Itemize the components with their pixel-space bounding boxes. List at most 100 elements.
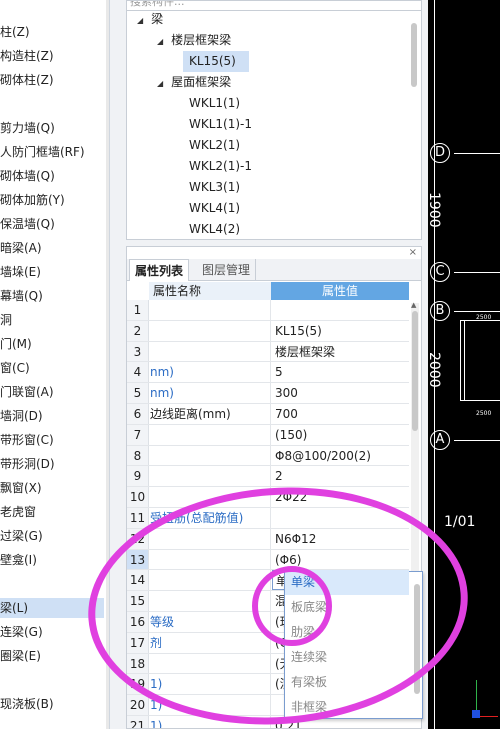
expand-caret-icon[interactable]: ◢ <box>157 79 163 88</box>
grid-scrollbar-thumb[interactable] <box>412 311 418 431</box>
dimension-text: 2000 <box>428 352 442 388</box>
tree-item-label: 屋面框架梁 <box>171 75 232 89</box>
scroll-up-icon[interactable]: ▲ <box>411 301 416 309</box>
tree-item[interactable]: WKL3(1) <box>189 177 240 198</box>
property-value[interactable] <box>272 300 409 320</box>
property-row[interactable]: 5 nm) 300 <box>127 383 409 404</box>
property-value[interactable]: 5 <box>272 362 409 382</box>
component-item[interactable]: 连梁(G) <box>0 622 43 642</box>
component-item[interactable]: 洞 <box>0 310 12 330</box>
annotation-small-circle <box>252 566 332 646</box>
expand-caret-icon[interactable]: ◢ <box>157 37 163 46</box>
tab-property-list[interactable]: 属性列表 <box>129 259 190 281</box>
tree-item[interactable]: WKL1(1)-1 <box>189 114 252 135</box>
property-row[interactable]: 92 <box>127 466 409 488</box>
tree-item-label: WKL2(1)-1 <box>189 159 253 173</box>
axis-label-d: D <box>430 143 450 163</box>
scale-text: 1/01 <box>444 514 476 530</box>
property-row[interactable]: 1 <box>127 300 409 321</box>
component-item[interactable]: 门(M) <box>0 334 32 354</box>
cad-wall-line <box>464 320 465 400</box>
component-item[interactable]: 圈梁(E) <box>0 646 41 666</box>
component-item[interactable]: 带形窗(C) <box>0 430 54 450</box>
component-item[interactable]: 墙洞(D) <box>0 406 43 426</box>
row-number: 21 <box>127 715 149 728</box>
dimension-text: 1900 <box>428 192 442 228</box>
component-item[interactable]: 壁龛(I) <box>0 550 37 570</box>
row-number: 5 <box>127 383 149 403</box>
component-item[interactable]: 砌体加筋(Y) <box>0 190 65 210</box>
component-item[interactable]: 墙垛(E) <box>0 262 41 282</box>
component-item[interactable]: 幕墙(Q) <box>0 286 43 306</box>
tree-item-label: 楼层框架梁 <box>171 33 232 47</box>
property-value-text: Φ8@100/200(2) <box>275 448 371 463</box>
property-value[interactable]: (150) <box>272 425 409 445</box>
tree-item[interactable]: WKL2(1)-1 <box>189 156 252 177</box>
property-value-text: KL15(5) <box>275 323 322 338</box>
expand-caret-icon[interactable]: ◢ <box>137 16 143 25</box>
component-item[interactable]: 砌体柱(Z) <box>0 70 54 90</box>
row-number: 2 <box>127 320 149 341</box>
tree-item[interactable]: WKL2(1) <box>189 135 240 156</box>
component-item[interactable]: 飘窗(X) <box>0 478 42 498</box>
close-icon[interactable]: × <box>409 247 417 258</box>
property-row[interactable]: 8 Φ8@100/200(2) <box>127 445 409 467</box>
axis-label-b: B <box>430 301 450 321</box>
component-item[interactable]: 剪力墙(Q) <box>0 118 55 138</box>
search-input[interactable]: 搜索构件... <box>127 1 421 11</box>
tree-item-label: KL15(5) <box>189 54 236 68</box>
component-item[interactable]: 过梁(G) <box>0 526 43 546</box>
component-item[interactable]: 门联窗(A) <box>0 382 54 402</box>
component-item[interactable]: 构造柱(Z) <box>0 46 54 66</box>
tree-item[interactable]: KL15(5) <box>183 51 249 72</box>
property-tabs: 属性列表 图层管理 <box>127 259 421 281</box>
property-name <box>149 320 271 341</box>
component-item[interactable]: 砌体墙(Q) <box>0 166 55 186</box>
component-tree-panel: 搜索构件... ◢ 梁 ◢ 楼层框架梁 KL15(5) ◢ 屋面框架梁 WKL1(1) WKL1… <box>126 0 422 240</box>
tree-item[interactable]: ◢ 屋面框架梁 <box>157 72 231 93</box>
property-value-text: 楼层框架梁 <box>275 344 336 359</box>
tree-item[interactable]: WKL4(2) <box>189 219 240 239</box>
property-value[interactable]: 2 <box>272 466 409 486</box>
tree-item[interactable]: WKL1(1) <box>189 93 240 114</box>
component-item[interactable]: 老虎窗 <box>0 502 36 522</box>
row-number: 4 <box>127 362 149 383</box>
property-name <box>149 300 271 320</box>
row-number: 9 <box>127 466 149 487</box>
property-row[interactable]: 2 KL15(5) <box>127 320 409 342</box>
component-item[interactable]: 暗梁(A) <box>0 238 42 258</box>
property-value[interactable]: KL15(5) <box>272 321 409 341</box>
property-name <box>149 424 271 445</box>
tree-item[interactable]: ◢ 楼层框架梁 <box>157 30 231 51</box>
property-name <box>149 445 271 466</box>
cad-axis-line-a <box>454 440 500 441</box>
property-name: nm) <box>149 362 271 383</box>
property-row[interactable]: 4 nm) 5 <box>127 362 409 384</box>
dimension-text: 2500 <box>476 314 492 321</box>
property-value[interactable]: 700 <box>272 404 409 424</box>
tree-item-label: WKL2(1) <box>189 138 241 152</box>
tab-layer-manager[interactable]: 图层管理 <box>197 259 257 281</box>
component-item[interactable]: 保温墙(Q) <box>0 214 55 234</box>
property-value[interactable]: 300 <box>272 383 409 403</box>
component-item[interactable]: 带形洞(D) <box>0 454 55 474</box>
property-name <box>149 341 271 362</box>
property-value-text: 300 <box>275 386 298 401</box>
property-row[interactable]: 7 (150) <box>127 424 409 446</box>
component-item[interactable]: 现浇板(B) <box>0 694 54 714</box>
property-row[interactable]: 6 边线距离(mm) 700 <box>127 403 409 425</box>
cad-axis-line-b <box>454 311 500 312</box>
component-item[interactable]: 人防门框墙(RF) <box>0 142 85 162</box>
row-number: 6 <box>127 403 149 424</box>
property-value[interactable]: Φ8@100/200(2) <box>272 446 409 466</box>
component-item[interactable]: 窗(C) <box>0 358 30 378</box>
component-item[interactable]: 柱(Z) <box>0 22 30 42</box>
tree-item[interactable]: WKL4(1) <box>189 198 240 219</box>
cad-axis-line-c <box>454 272 500 273</box>
property-row[interactable]: 3 楼层框架梁 <box>127 341 409 363</box>
row-number: 10 <box>127 487 149 507</box>
tree-scrollbar-thumb[interactable] <box>411 23 417 87</box>
property-value[interactable]: 楼层框架梁 <box>272 342 409 362</box>
row-number: 20 <box>127 695 149 715</box>
tree-item[interactable]: ◢ 梁 <box>137 9 163 30</box>
